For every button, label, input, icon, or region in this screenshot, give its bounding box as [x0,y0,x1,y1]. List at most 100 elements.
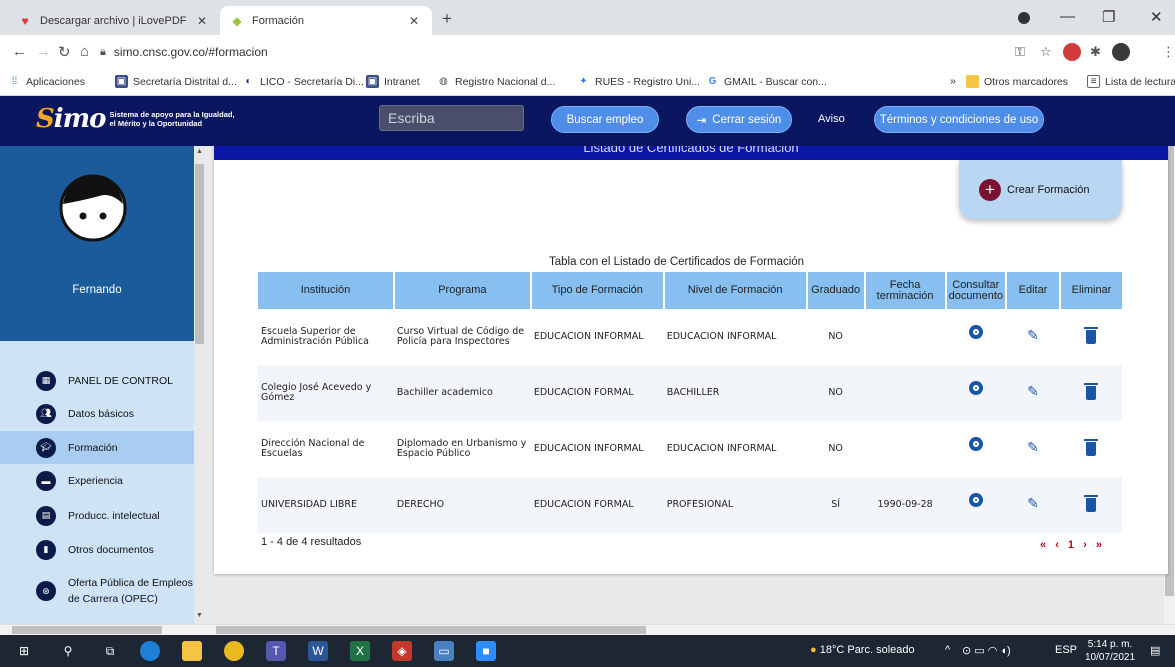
back-icon[interactable]: ← [12,43,27,60]
minimize-button[interactable]: — [1060,8,1075,25]
search-input[interactable]: Escriba [379,105,524,131]
sidebar-item-produccion[interactable]: ▤ Producc. intelectual [0,499,194,532]
teams-icon[interactable]: T [266,641,286,661]
column-header[interactable]: Tipo de Formación [530,272,665,309]
system-clock[interactable]: 5:14 p. m. 10/07/2021 [1085,638,1135,664]
reading-list[interactable]: ≡ Lista de lectura [1087,75,1175,88]
close-icon[interactable]: ✕ [194,14,210,28]
language-indicator[interactable]: ESP [1055,644,1077,656]
maximize-button[interactable]: ❐ [1102,8,1115,26]
aviso-link[interactable]: Aviso [818,113,845,125]
menu-kebab-icon[interactable]: ⋮ [1162,44,1175,60]
scroll-down-icon[interactable]: ▼ [195,612,204,619]
eye-icon[interactable] [968,437,983,451]
next-page-button[interactable]: › [1083,539,1090,551]
zoom-icon[interactable]: ■ [476,641,496,661]
last-page-button[interactable]: » [1096,539,1105,551]
terminos-button[interactable]: Términos y condiciones de uso [874,106,1044,133]
sidebar-item-formacion[interactable]: 🎓︎ Formación [0,431,194,464]
scroll-up-icon[interactable]: ▲ [195,148,204,155]
column-header[interactable]: Consultar documento [945,272,1008,309]
page-number-button[interactable]: 1 [1068,539,1077,551]
pencil-icon[interactable]: ✎ [1027,328,1039,344]
cerrar-sesion-button[interactable]: ⇥ Cerrar sesión [686,106,792,133]
profile-dot-icon[interactable] [1018,12,1030,24]
pencil-icon[interactable]: ✎ [1027,440,1039,456]
pencil-icon[interactable]: ✎ [1027,496,1039,512]
sidebar-item-otros-documentos[interactable]: ▮ Otros documentos [0,533,194,566]
close-icon[interactable]: ✕ [406,14,422,28]
trash-icon[interactable] [1083,439,1098,456]
new-tab-button[interactable]: + [442,9,452,29]
file-explorer-icon[interactable] [182,641,202,661]
windows-start-icon[interactable]: ⊞ [14,641,34,661]
table-row: Dirección Nacional de Escuelas Diplomado… [258,421,1122,477]
eye-icon[interactable] [968,493,983,507]
forward-icon[interactable]: → [36,43,51,60]
prev-page-button[interactable]: ‹ [1055,539,1062,551]
bookmark-secretaria[interactable]: ▣ Secretaría Distrital d... [115,75,237,88]
horizontal-scrollbar[interactable] [0,624,1175,635]
site-header: Simo Sistema de apoyo para la Igualdad, … [0,96,1175,146]
bookmark-lico[interactable]: ◐ LICO - Secretaría Di... [242,75,363,88]
bookmark-otros[interactable]: Otros marcadores [966,75,1068,88]
buscar-empleo-button[interactable]: Buscar empleo [551,106,659,133]
search-icon[interactable]: ⚲ [58,641,78,661]
star-icon[interactable]: ☆ [1040,44,1052,60]
cell-nivel: EDUCACION INFORMAL [666,331,777,342]
sidebar-item-panel-control[interactable]: ▦ PANEL DE CONTROL [0,364,194,397]
remote-desktop-icon[interactable]: ▭ [434,641,454,661]
tab-formacion[interactable]: ◆ Formación ✕ [220,6,432,35]
first-page-button[interactable]: « [1040,539,1049,551]
profile-avatar[interactable] [1112,43,1130,61]
sidebar-item-experiencia[interactable]: ▬ Experiencia [0,464,194,497]
chrome-icon[interactable] [224,641,244,661]
address-bar[interactable]: 🔒︎ simo.cnsc.gov.co/#formacion [100,40,1010,64]
trash-icon[interactable] [1083,327,1098,344]
weather-widget[interactable]: ● 18°C Parc. soleado [810,644,915,656]
sidebar-scroll-thumb[interactable] [195,164,204,344]
bookmark-apps[interactable]: ⁞⁞ Aplicaciones [8,75,85,88]
trash-icon[interactable] [1083,383,1098,400]
column-header[interactable]: Eliminar [1059,272,1122,309]
bookmark-label: GMAIL - Buscar con... [724,75,827,88]
notifications-icon[interactable]: ▤ [1150,644,1160,657]
column-header[interactable]: Fecha terminación [864,272,947,309]
tray-chevron-icon[interactable]: ^ [945,644,950,656]
column-header[interactable]: Nivel de Formación [663,272,808,309]
cell-graduado: SÍ [806,477,865,533]
home-icon[interactable]: ⌂ [80,43,89,60]
sidebar-item-opec[interactable]: ⊛ Oferta Pública de Empleos de Carrera (… [0,571,194,611]
trash-icon[interactable] [1083,495,1098,512]
column-header[interactable]: Programa [393,272,532,309]
column-header[interactable]: Graduado [806,272,866,309]
edge-icon[interactable] [140,641,160,661]
sidebar-scrollbar[interactable]: ▲ ▼ [194,146,205,624]
column-header[interactable]: Institución [258,272,395,309]
excel-icon[interactable]: X [350,641,370,661]
security-app-icon[interactable]: ◈ [392,641,412,661]
extension-icon[interactable] [1063,43,1081,61]
main-hscroll-thumb[interactable] [216,626,646,634]
puzzle-icon[interactable]: ✱ [1090,44,1101,60]
bookmarks-more[interactable]: » [950,75,956,87]
sidebar-hscroll-thumb[interactable] [12,626,162,634]
key-icon[interactable]: ⚿ [1015,44,1025,60]
reload-icon[interactable]: ↻ [58,43,71,61]
bookmark-registro[interactable]: ◍ Registro Nacional d... [437,75,555,88]
bookmark-intranet[interactable]: ▣ Intranet [366,75,420,88]
simo-logo[interactable]: Simo Sistema de apoyo para la Igualdad, … [36,104,240,134]
bookmark-rues[interactable]: ✦ RUES - Registro Uni... [577,75,700,88]
sidebar-item-datos-basicos[interactable]: 👥︎ Datos básicos [0,397,194,430]
word-icon[interactable]: W [308,641,328,661]
tray-icons[interactable]: ⊙ ▭ ◠ ◖) [962,644,1011,657]
bookmark-gmail[interactable]: G GMAIL - Buscar con... [706,75,827,88]
crear-formacion-button[interactable]: + Crear Formación [959,160,1122,219]
task-view-icon[interactable]: ⧉ [100,641,120,661]
tab-ilovepdf[interactable]: ♥ Descargar archivo | iLovePDF ✕ [8,6,220,35]
eye-icon[interactable] [968,381,983,395]
eye-icon[interactable] [968,325,983,339]
pencil-icon[interactable]: ✎ [1027,384,1039,400]
column-header[interactable]: Editar [1006,272,1061,309]
window-close-button[interactable]: ✕ [1150,8,1163,26]
